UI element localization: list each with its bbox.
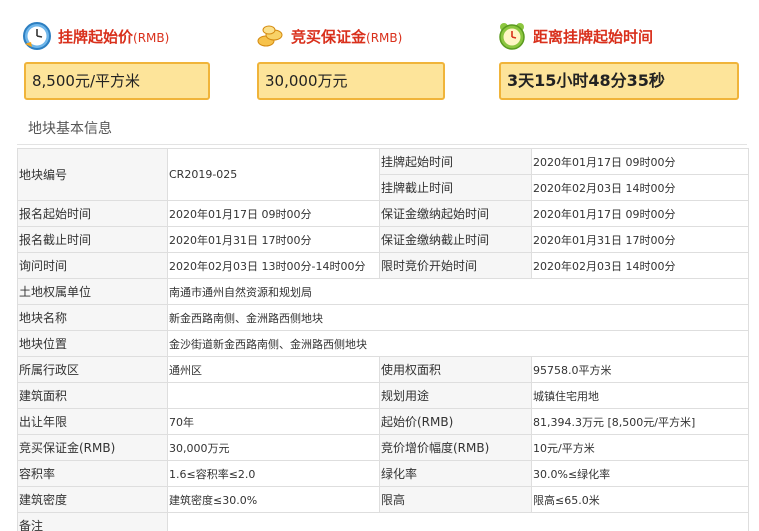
table-row: 备注	[17, 512, 749, 531]
field-label: 竞价增价幅度(RMB)	[379, 434, 532, 461]
field-value: 2020年01月17日 09时00分	[167, 200, 380, 227]
table-row: 地块名称 新金西路南侧、金洲路西侧地块	[17, 304, 749, 331]
field-label: 挂牌起始时间	[379, 148, 532, 175]
field-value: 南通市通州自然资源和规划局	[167, 278, 749, 305]
table-row: 土地权属单位 南通市通州自然资源和规划局	[17, 278, 749, 305]
field-value: 2020年02月03日 14时00分	[531, 174, 749, 201]
table-row: 竞买保证金(RMB) 30,000万元 竞价增价幅度(RMB) 10元/平方米	[17, 434, 749, 461]
field-value: 新金西路南侧、金洲路西侧地块	[167, 304, 749, 331]
countdown-title: 距离挂牌起始时间	[533, 27, 654, 46]
summary-cards: 挂牌起始价(RMB) 8,500元/平方米 竞买保证金(RMB) 30,000万…	[0, 0, 759, 110]
table-row: 容积率 1.6≤容积率≤2.0 绿化率 30.0%≤绿化率	[17, 460, 749, 487]
deposit-value: 30,000万元	[257, 62, 445, 100]
table-row: 报名起始时间 2020年01月17日 09时00分 保证金缴纳起始时间 2020年01…	[17, 200, 749, 227]
countdown-card: 距离挂牌起始时间 3天15小时48分35秒	[497, 18, 739, 100]
field-value: 建筑密度≤30.0%	[167, 486, 380, 513]
field-value	[167, 512, 749, 531]
coins-icon	[255, 21, 285, 51]
countdown-value: 3天15小时48分35秒	[499, 62, 739, 100]
field-label: 挂牌截止时间	[379, 174, 532, 201]
field-label: 出让年限	[17, 408, 168, 435]
field-label: 使用权面积	[379, 356, 532, 383]
field-value: 2020年02月03日 14时00分	[531, 252, 749, 279]
field-value: CR2019-025	[167, 148, 380, 201]
section-title: 地块基本信息	[17, 113, 747, 145]
field-label: 限时竞价开始时间	[379, 252, 532, 279]
field-label: 报名起始时间	[17, 200, 168, 227]
table-row: 建筑密度 建筑密度≤30.0% 限高 限高≤65.0米	[17, 486, 749, 513]
land-info-table-body: 地块编号 CR2019-025 挂牌起始时间 2020年01月17日 09时00分 挂牌…	[17, 148, 749, 531]
field-value: 限高≤65.0米	[531, 486, 749, 513]
table-row: 出让年限 70年 起始价(RMB) 81,394.3万元 [8,500元/平方米]	[17, 408, 749, 435]
start-price-title: 挂牌起始价(RMB)	[58, 27, 170, 46]
field-label: 地块编号	[17, 148, 168, 201]
field-label: 报名截止时间	[17, 226, 168, 253]
field-value: 2020年01月17日 09时00分	[531, 200, 749, 227]
land-info-table: 地块编号 CR2019-025 挂牌起始时间 2020年01月17日 09时00分 挂牌…	[17, 148, 749, 531]
field-value: 30,000万元	[167, 434, 380, 461]
field-value: 2020年02月03日 13时00分-14时00分	[167, 252, 380, 279]
field-value: 通州区	[167, 356, 380, 383]
field-value: 2020年01月17日 09时00分	[531, 148, 749, 175]
table-row: 地块编号 CR2019-025 挂牌起始时间 2020年01月17日 09时00分	[17, 148, 749, 201]
field-label: 询问时间	[17, 252, 168, 279]
field-label: 起始价(RMB)	[379, 408, 532, 435]
field-label: 保证金缴纳截止时间	[379, 226, 532, 253]
field-label: 规划用途	[379, 382, 532, 409]
field-value: 81,394.3万元 [8,500元/平方米]	[531, 408, 749, 435]
field-value: 城镇住宅用地	[531, 382, 749, 409]
deposit-card: 竞买保证金(RMB) 30,000万元	[255, 18, 445, 100]
field-label: 容积率	[17, 460, 168, 487]
field-label: 竞买保证金(RMB)	[17, 434, 168, 461]
field-value: 10元/平方米	[531, 434, 749, 461]
field-value: 2020年01月31日 17时00分	[531, 226, 749, 253]
field-label: 备注	[17, 512, 168, 531]
table-row: 地块位置 金沙街道新金西路南侧、金洲路西侧地块	[17, 330, 749, 357]
field-value: 95758.0平方米	[531, 356, 749, 383]
table-row: 建筑面积 规划用途 城镇住宅用地	[17, 382, 749, 409]
start-price-card: 挂牌起始价(RMB) 8,500元/平方米	[22, 18, 210, 100]
field-label: 保证金缴纳起始时间	[379, 200, 532, 227]
table-row: 报名截止时间 2020年01月31日 17时00分 保证金缴纳截止时间 2020年01…	[17, 226, 749, 253]
field-label: 建筑面积	[17, 382, 168, 409]
field-label: 限高	[379, 486, 532, 513]
field-value: 2020年01月31日 17时00分	[167, 226, 380, 253]
field-value: 70年	[167, 408, 380, 435]
field-value: 30.0%≤绿化率	[531, 460, 749, 487]
deposit-title: 竞买保证金(RMB)	[291, 27, 403, 46]
clock-icon	[22, 21, 52, 51]
field-value	[167, 382, 380, 409]
table-row: 询问时间 2020年02月03日 13时00分-14时00分 限时竞价开始时间 202…	[17, 252, 749, 279]
table-row: 所属行政区 通州区 使用权面积 95758.0平方米	[17, 356, 749, 383]
field-label: 建筑密度	[17, 486, 168, 513]
field-label: 地块名称	[17, 304, 168, 331]
alarm-clock-icon	[497, 21, 527, 51]
field-value: 金沙街道新金西路南侧、金洲路西侧地块	[167, 330, 749, 357]
field-label: 绿化率	[379, 460, 532, 487]
start-price-value: 8,500元/平方米	[24, 62, 210, 100]
field-label: 地块位置	[17, 330, 168, 357]
field-label: 所属行政区	[17, 356, 168, 383]
field-value: 1.6≤容积率≤2.0	[167, 460, 380, 487]
field-label: 土地权属单位	[17, 278, 168, 305]
